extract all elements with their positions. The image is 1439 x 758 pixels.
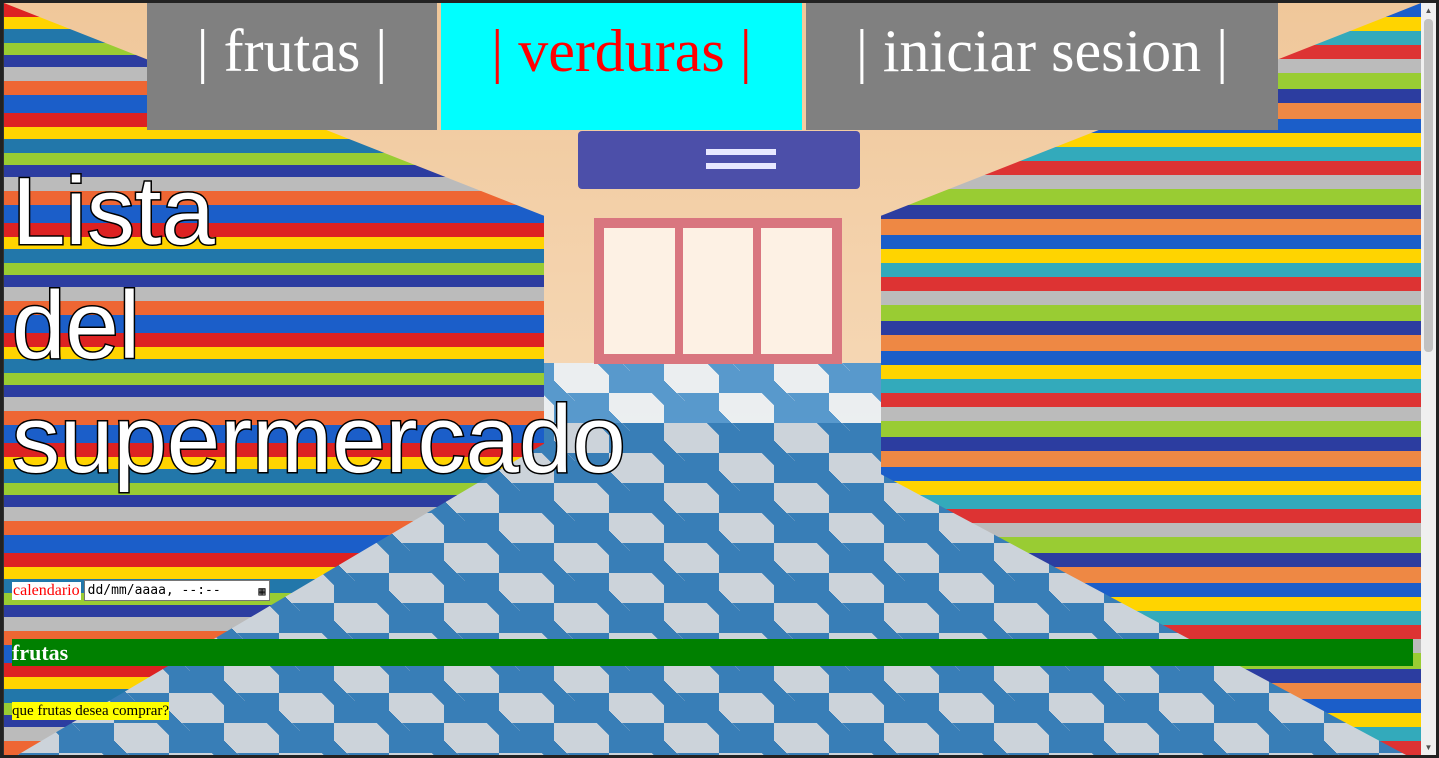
datetime-placeholder: dd/mm/aaaa, --:-- — [87, 583, 221, 598]
fruit-question-label: que frutas desea comprar? — [12, 702, 170, 720]
calendar-icon[interactable]: ▦ — [258, 584, 265, 598]
scrollbar-thumb[interactable] — [1424, 19, 1433, 352]
calendar-label: calendario — [12, 581, 81, 600]
scroll-up-icon[interactable]: ▲ — [1421, 3, 1436, 18]
scroll-down-icon[interactable]: ▼ — [1421, 740, 1436, 755]
nav-item-verduras[interactable]: | verduras | — [441, 3, 802, 130]
title-line: supermercado — [11, 385, 628, 495]
vertical-scrollbar[interactable]: ▲ ▼ — [1421, 3, 1436, 755]
calendar-row: calendario dd/mm/aaaa, --:-- ▦ — [12, 580, 270, 601]
store-door — [594, 218, 842, 364]
nav-item-iniciar-sesion[interactable]: | iniciar sesion | — [806, 3, 1278, 130]
nav-item-frutas[interactable]: | frutas | — [147, 3, 437, 130]
page-viewport: | frutas | | verduras | | iniciar sesion… — [3, 3, 1421, 755]
top-navigation: | frutas | | verduras | | iniciar sesion… — [4, 3, 1421, 131]
title-line: del — [11, 271, 142, 381]
section-heading-frutas: frutas — [12, 639, 1413, 667]
page-title: Lista del supermercado — [11, 155, 628, 497]
title-line: Lista — [11, 157, 217, 267]
datetime-input[interactable]: dd/mm/aaaa, --:-- ▦ — [83, 580, 270, 601]
